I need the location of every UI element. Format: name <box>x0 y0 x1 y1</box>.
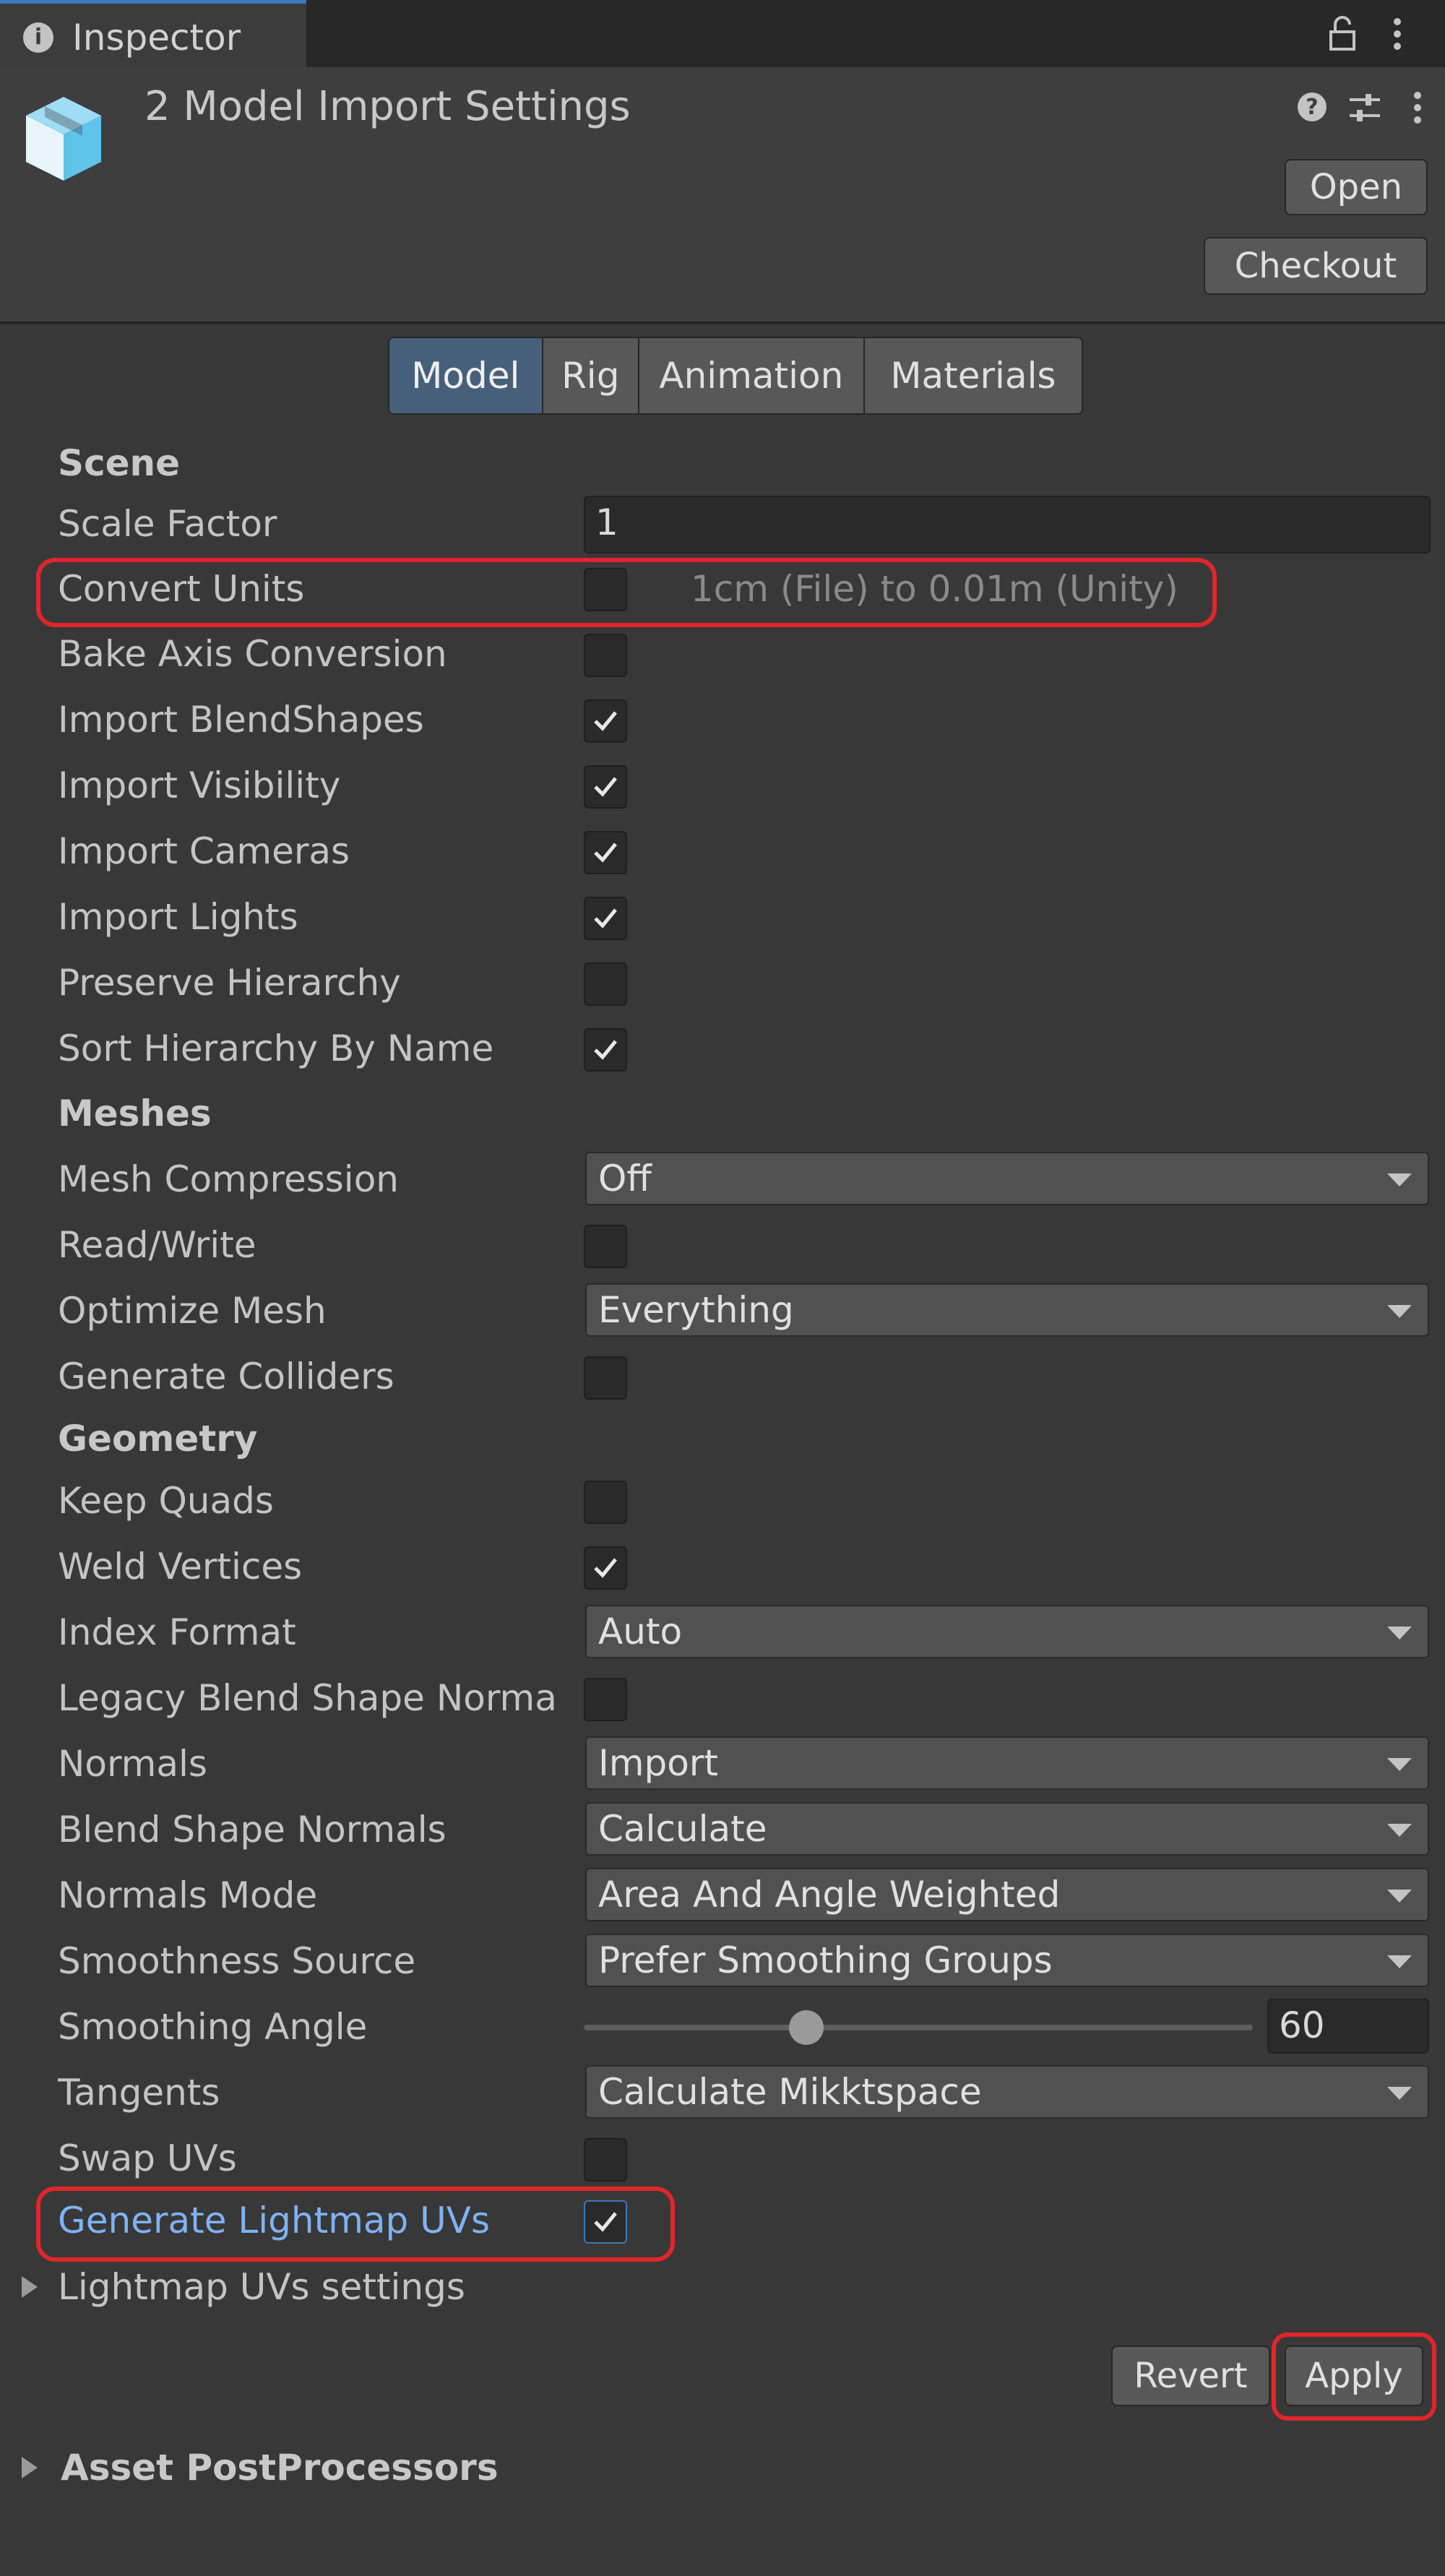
window-kebab-menu-icon[interactable] <box>1390 16 1405 52</box>
smoothness-source-label: Smoothness Source <box>58 1940 416 1982</box>
asset-postprocessors-foldout[interactable]: Asset PostProcessors <box>61 2447 499 2489</box>
section-geometry: Geometry <box>58 1418 258 1460</box>
slider-handle[interactable] <box>789 2010 824 2045</box>
smoothing-angle-input[interactable]: 60 <box>1267 1999 1429 2054</box>
import-visibility-label: Import Visibility <box>58 764 341 806</box>
generate-lightmap-uvs-checkbox[interactable] <box>584 2200 627 2244</box>
presets-icon[interactable] <box>1347 90 1383 126</box>
lock-icon[interactable] <box>1328 14 1357 52</box>
legacy-blend-shape-checkbox[interactable] <box>584 1678 627 1721</box>
bake-axis-label: Bake Axis Conversion <box>58 633 447 675</box>
tab-animation[interactable]: Animation <box>639 338 865 413</box>
weld-vertices-checkbox[interactable] <box>584 1546 627 1590</box>
scale-factor-input[interactable]: 1 <box>584 496 1431 553</box>
chevron-down-icon <box>1387 1305 1412 1318</box>
inspector-tab[interactable]: i Inspector <box>0 0 306 67</box>
sort-hierarchy-label: Sort Hierarchy By Name <box>58 1028 494 1069</box>
blend-shape-normals-label: Blend Shape Normals <box>58 1809 447 1851</box>
inspector-tab-label: Inspector <box>72 17 241 59</box>
checkmark-icon <box>594 908 617 929</box>
smoothing-angle-label: Smoothing Angle <box>58 2006 368 2048</box>
index-format-dropdown[interactable]: Auto <box>585 1605 1429 1658</box>
chevron-down-icon <box>1387 1758 1412 1771</box>
help-icon[interactable]: ? <box>1296 91 1328 123</box>
keep-quads-label: Keep Quads <box>58 1480 274 1522</box>
generate-colliders-checkbox[interactable] <box>584 1356 627 1400</box>
section-scene: Scene <box>58 442 181 484</box>
slider-track <box>584 2025 1253 2030</box>
chevron-down-icon <box>1387 2087 1412 2100</box>
chevron-down-icon <box>1387 1890 1412 1903</box>
scale-factor-label: Scale Factor <box>58 503 277 545</box>
tangents-label: Tangents <box>58 2072 220 2114</box>
model-asset-icon <box>20 91 107 185</box>
checkout-button[interactable]: Checkout <box>1204 237 1428 295</box>
asset-postprocessors-foldout-arrow-icon[interactable] <box>20 2455 39 2480</box>
smoothing-angle-slider[interactable] <box>584 2007 1253 2048</box>
mesh-compression-dropdown[interactable]: Off <box>585 1152 1429 1205</box>
checkmark-icon <box>594 1558 617 1578</box>
generate-colliders-label: Generate Colliders <box>58 1356 394 1397</box>
weld-vertices-label: Weld Vertices <box>58 1546 303 1588</box>
chevron-down-icon <box>1387 1173 1412 1186</box>
import-cameras-checkbox[interactable] <box>584 831 627 874</box>
chevron-down-icon <box>1387 1627 1412 1640</box>
import-visibility-checkbox[interactable] <box>584 765 627 809</box>
normals-mode-dropdown[interactable]: Area And Angle Weighted <box>585 1868 1429 1921</box>
convert-units-checkbox[interactable] <box>584 568 627 611</box>
normals-dropdown[interactable]: Import <box>585 1736 1429 1790</box>
smoothness-source-dropdown[interactable]: Prefer Smoothing Groups <box>585 1934 1429 1987</box>
tangents-dropdown[interactable]: Calculate Mikktspace <box>585 2065 1429 2119</box>
bake-axis-checkbox[interactable] <box>584 634 627 677</box>
convert-units-hint: 1cm (File) to 0.01m (Unity) <box>691 568 1178 610</box>
checkmark-icon <box>594 2212 617 2232</box>
lightmap-settings-foldout-arrow-icon[interactable] <box>20 2275 39 2299</box>
blend-shape-normals-dropdown[interactable]: Calculate <box>585 1802 1429 1856</box>
index-format-label: Index Format <box>58 1611 296 1653</box>
normals-label: Normals <box>58 1743 207 1785</box>
legacy-blend-shape-label: Legacy Blend Shape Norma <box>58 1677 557 1719</box>
checkmark-icon <box>594 1040 617 1060</box>
revert-button[interactable]: Revert <box>1111 2345 1270 2406</box>
preserve-hierarchy-checkbox[interactable] <box>584 962 627 1006</box>
checkmark-icon <box>594 711 617 731</box>
import-tabs: Model Rig Animation Materials <box>388 337 1083 415</box>
import-lights-label: Import Lights <box>58 896 298 938</box>
open-button[interactable]: Open <box>1285 159 1428 215</box>
page-title: 2 Model Import Settings <box>144 83 631 130</box>
convert-units-label: Convert Units <box>58 568 305 610</box>
tab-model[interactable]: Model <box>389 338 543 413</box>
info-icon: i <box>23 22 53 53</box>
optimize-mesh-dropdown[interactable]: Everything <box>585 1283 1429 1337</box>
optimize-mesh-label: Optimize Mesh <box>58 1290 327 1332</box>
import-lights-checkbox[interactable] <box>584 897 627 940</box>
read-write-checkbox[interactable] <box>584 1225 627 1268</box>
import-blendshapes-checkbox[interactable] <box>584 699 627 743</box>
import-blendshapes-label: Import BlendShapes <box>58 699 424 741</box>
tab-materials[interactable]: Materials <box>864 338 1082 413</box>
import-cameras-label: Import Cameras <box>58 830 350 872</box>
read-write-label: Read/Write <box>58 1224 256 1266</box>
mesh-compression-label: Mesh Compression <box>58 1158 399 1200</box>
sort-hierarchy-checkbox[interactable] <box>584 1028 627 1072</box>
generate-lightmap-uvs-label: Generate Lightmap UVs <box>58 2200 491 2241</box>
chevron-down-icon <box>1387 1955 1412 1968</box>
lightmap-settings-foldout[interactable]: Lightmap UVs settings <box>58 2266 578 2308</box>
swap-uvs-label: Swap UVs <box>58 2137 237 2179</box>
checkmark-icon <box>594 777 617 797</box>
svg-text:?: ? <box>1306 95 1318 120</box>
section-meshes: Meshes <box>58 1093 212 1134</box>
swap-uvs-checkbox[interactable] <box>584 2138 627 2181</box>
checkmark-icon <box>594 843 617 863</box>
apply-button[interactable]: Apply <box>1285 2345 1423 2406</box>
keep-quads-checkbox[interactable] <box>584 1481 627 1524</box>
normals-mode-label: Normals Mode <box>58 1874 318 1916</box>
header-kebab-menu-icon[interactable] <box>1410 90 1425 126</box>
preserve-hierarchy-label: Preserve Hierarchy <box>58 962 401 1004</box>
chevron-down-icon <box>1387 1824 1412 1837</box>
tab-rig[interactable]: Rig <box>543 338 639 413</box>
